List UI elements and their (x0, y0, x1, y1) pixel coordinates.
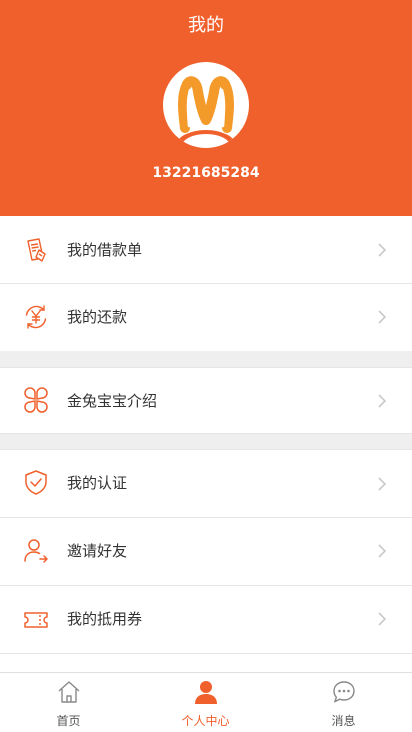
document-icon (22, 236, 50, 264)
tab-messages-label: 消息 (331, 714, 356, 728)
menu-label-loans: 我的借款单 (67, 241, 143, 259)
menu-label-repayments: 我的还款 (67, 308, 128, 326)
tab-messages[interactable]: 消息 (275, 673, 412, 732)
chat-bubble-icon (331, 679, 357, 705)
menu-item-intro[interactable]: 金兔宝宝介绍 (0, 367, 412, 434)
chevron-right-icon (376, 476, 388, 492)
menu-item-loans[interactable]: 我的借款单 (0, 216, 412, 284)
profile-header: 我的 13221685284 (0, 0, 412, 216)
tab-home-label: 首页 (56, 714, 81, 728)
bottom-tab-bar: 首页 个人中心 消息 (0, 672, 412, 732)
page-title: 我的 (188, 15, 224, 36)
list-bottom-filler (0, 654, 412, 672)
ticket-icon (22, 606, 50, 634)
tab-profile[interactable]: 个人中心 (137, 673, 274, 732)
tab-home[interactable]: 首页 (0, 673, 137, 732)
avatar[interactable] (163, 62, 249, 148)
chevron-right-icon (376, 242, 388, 258)
phone-number: 13221685284 (152, 165, 260, 181)
clover-icon (22, 386, 50, 414)
menu-label-coupons: 我的抵用券 (67, 610, 143, 628)
chevron-right-icon (376, 543, 388, 559)
tab-profile-label: 个人中心 (181, 714, 230, 728)
menu-label-verification: 我的认证 (67, 474, 128, 492)
menu-item-repayments[interactable]: 我的还款 (0, 284, 412, 351)
rabbit-logo-icon (176, 76, 236, 148)
menu-label-invite: 邀请好友 (67, 542, 128, 560)
menu-item-invite[interactable]: 邀请好友 (0, 518, 412, 586)
yuan-refresh-icon (22, 303, 50, 331)
chevron-right-icon (376, 393, 388, 409)
menu-item-coupons[interactable]: 我的抵用券 (0, 586, 412, 654)
menu-label-intro: 金兔宝宝介绍 (67, 392, 158, 410)
person-icon (193, 679, 219, 705)
shield-check-icon (22, 468, 50, 496)
home-icon (56, 679, 82, 705)
chevron-right-icon (376, 611, 388, 627)
user-arrow-icon (22, 537, 50, 565)
chevron-right-icon (376, 309, 388, 325)
menu-item-verification[interactable]: 我的认证 (0, 449, 412, 518)
